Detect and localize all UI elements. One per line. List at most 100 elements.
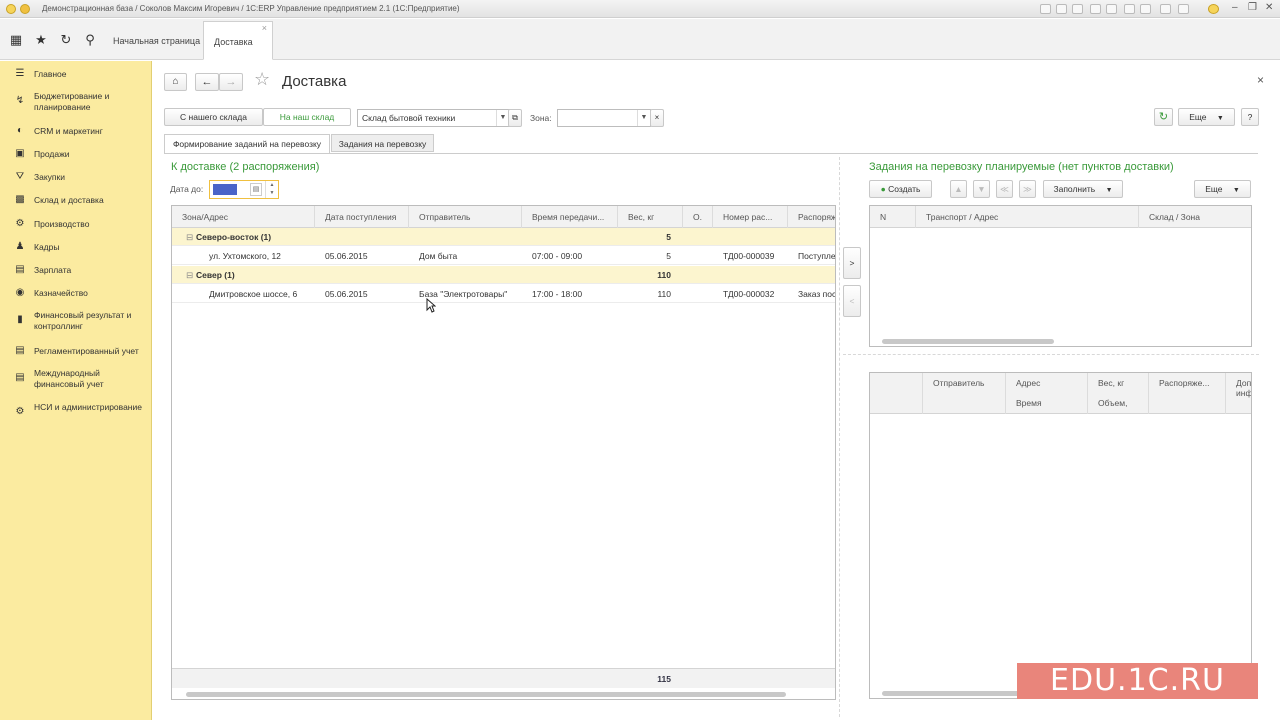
sidebar-item-regulated[interactable]: ▤ Регламентированный учет [0, 344, 152, 358]
back-button[interactable]: ← [195, 73, 219, 91]
close-form-icon[interactable]: × [1257, 73, 1264, 87]
tab-delivery[interactable]: Доставка × [203, 21, 273, 60]
sidebar-item-label: Продажи [34, 149, 70, 159]
toolbar-icon[interactable] [1072, 4, 1083, 14]
move-right-button[interactable]: > [843, 247, 861, 279]
calendar-icon[interactable] [1140, 4, 1151, 14]
column-header[interactable]: Время [1016, 398, 1042, 408]
column-header[interactable]: Распоряже... [1159, 378, 1209, 388]
toolbar-icon[interactable] [1040, 4, 1051, 14]
close-tab-icon[interactable]: × [262, 8, 267, 49]
calculator-icon[interactable] [1124, 4, 1135, 14]
merge-button[interactable]: ≫ [1019, 180, 1036, 198]
zoom-out-icon[interactable] [1178, 4, 1189, 14]
date-spinner[interactable]: ▲ ▼ [265, 181, 278, 198]
close-window-icon[interactable]: ✕ [1265, 2, 1273, 13]
apps-grid-icon[interactable]: ▦ [8, 32, 24, 48]
open-warehouse-button[interactable]: ⧉ [508, 109, 522, 127]
table-row[interactable]: ул. Ухтомского, 12 05.06.2015 Дом быта 0… [172, 247, 835, 265]
column-header[interactable]: Отправитель [409, 206, 522, 228]
column-header[interactable]: Склад / Зона [1139, 206, 1251, 228]
column-header[interactable]: Зона/Адрес [172, 206, 315, 228]
warehouse-select[interactable]: Склад бытовой техники ▼ [357, 109, 510, 127]
more-button[interactable]: Еще ▼ [1178, 108, 1235, 126]
split-button[interactable]: ≪ [996, 180, 1013, 198]
column-header[interactable]: Объем, [1098, 398, 1127, 408]
table-row-group[interactable]: ⊟ Север (1) 110 [172, 266, 835, 284]
column-header[interactable]: Транспорт / Адрес [916, 206, 1139, 228]
table-row[interactable]: Дмитровское шоссе, 6 05.06.2015 База "Эл… [172, 285, 835, 303]
horizontal-scrollbar[interactable] [186, 692, 786, 697]
move-down-button[interactable]: ▼ [973, 180, 990, 198]
sidebar-item-budget[interactable]: ↯ Бюджетирование и планирование [0, 91, 152, 113]
sidebar-item-admin[interactable]: ⚙ НСИ и администрирование [0, 402, 152, 424]
zoom-icon[interactable] [1160, 4, 1171, 14]
column-header[interactable]: Распоряж [788, 206, 835, 228]
column-header[interactable]: О. [683, 206, 713, 228]
history-icon[interactable] [1106, 4, 1117, 14]
toolbar-icon[interactable] [1056, 4, 1067, 14]
minimize-icon[interactable]: – [1232, 2, 1238, 13]
to-our-warehouse-button[interactable]: На наш склад [263, 108, 351, 126]
home-button[interactable]: ⌂ [164, 73, 187, 91]
from-our-warehouse-button[interactable]: С нашего склада [164, 108, 263, 126]
restore-icon[interactable]: ❐ [1248, 2, 1257, 13]
column-header[interactable]: Вес, кг [618, 206, 683, 228]
task-details-table[interactable]: Отправитель Адрес Время Вес, кг Объем, Р… [869, 372, 1252, 699]
sidebar-item-warehouse[interactable]: ▩ Склад и доставка [0, 193, 152, 207]
column-header[interactable]: Вес, кг [1098, 378, 1124, 388]
date-field[interactable]: ▤ ▲ ▼ [209, 180, 279, 199]
column-header[interactable]: Номер рас... [713, 206, 788, 228]
refresh-button[interactable]: ↻ [1154, 108, 1173, 126]
tab-home[interactable]: Начальная страница [103, 21, 210, 60]
sidebar-item-sales[interactable]: ▣ Продажи [0, 147, 152, 161]
people-icon: ♟ [15, 241, 25, 252]
right-more-button[interactable]: Еще ▼ [1194, 180, 1251, 198]
calendar-icon[interactable]: ▤ [250, 183, 262, 196]
column-header[interactable]: Доп [1236, 378, 1251, 388]
info-icon[interactable] [1208, 4, 1219, 14]
column-header[interactable]: Отправитель [933, 378, 984, 388]
move-up-button[interactable]: ▲ [950, 180, 967, 198]
dropdown-arrow-icon[interactable]: ▼ [637, 110, 650, 126]
move-left-button[interactable]: < [843, 285, 861, 317]
column-header[interactable]: Дата поступления [315, 206, 409, 228]
clear-zone-button[interactable]: × [650, 109, 664, 127]
favorites-icon[interactable] [1090, 4, 1101, 14]
sidebar-item-crm[interactable]: ◐ CRM и маркетинг [0, 124, 152, 138]
app-logo-icon[interactable] [6, 4, 16, 14]
transport-tasks-table[interactable]: N Транспорт / Адрес Склад / Зона [869, 205, 1252, 347]
tab-form-tasks[interactable]: Формирование заданий на перевозку [164, 134, 330, 153]
arrival-date: 05.06.2015 [325, 289, 368, 299]
tab-transport-tasks[interactable]: Задания на перевозку [331, 134, 434, 152]
menu-dropdown-icon[interactable] [20, 4, 30, 14]
help-button[interactable]: ? [1241, 108, 1259, 126]
fill-button[interactable]: Заполнить ▼ [1043, 180, 1123, 198]
column-header[interactable]: Адрес [1016, 378, 1040, 388]
sidebar-item-international[interactable]: ▤ Международный финансовый учет [0, 368, 152, 390]
star-icon[interactable]: ★ [33, 32, 49, 48]
collapse-icon[interactable]: ⊟ [186, 228, 194, 246]
delivery-table[interactable]: Зона/Адрес Дата поступления Отправитель … [171, 205, 836, 700]
create-button[interactable]: ● Создать [869, 180, 932, 198]
zone-select[interactable]: ▼ [557, 109, 651, 127]
sidebar-item-hr[interactable]: ♟ Кадры [0, 240, 152, 254]
sidebar-item-main[interactable]: ☰ Главное [0, 67, 152, 81]
horizontal-scrollbar[interactable] [882, 691, 1032, 696]
history-icon[interactable]: ↻ [58, 32, 74, 48]
sidebar-item-salary[interactable]: ▤ Зарплата [0, 263, 152, 277]
search-icon[interactable]: ⚲ [82, 32, 98, 48]
column-header[interactable]: Время передачи... [522, 206, 618, 228]
collapse-icon[interactable]: ⊟ [186, 266, 194, 284]
forward-button[interactable]: → [219, 73, 243, 91]
horizontal-scrollbar[interactable] [882, 339, 1054, 344]
table-row-group[interactable]: ⊟ Северо-восток (1) 5 [172, 228, 835, 246]
sidebar-item-treasury[interactable]: ◉ Казначейство [0, 286, 152, 300]
arrival-date: 05.06.2015 [325, 251, 368, 261]
favorite-star-icon[interactable]: ☆ [254, 69, 270, 90]
sidebar-item-purchases[interactable]: ⛛ Закупки [0, 170, 152, 184]
sidebar-item-finresult[interactable]: ▮ Финансовый результат и контроллинг [0, 310, 152, 332]
column-header[interactable]: инф [1236, 388, 1251, 398]
sidebar-item-production[interactable]: ⚙ Производство [0, 217, 152, 231]
column-header[interactable]: N [870, 206, 916, 228]
